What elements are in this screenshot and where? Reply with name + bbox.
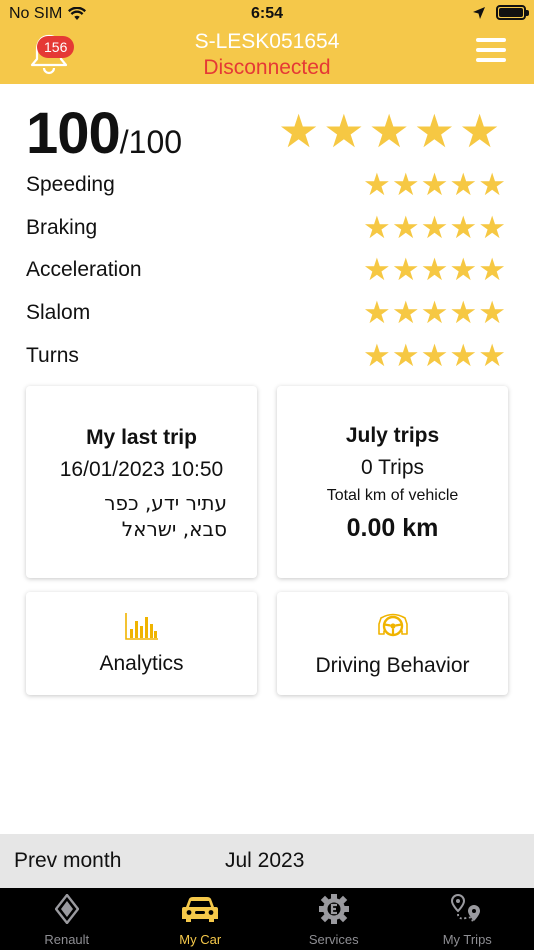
current-month-label: Jul 2023: [225, 849, 305, 872]
services-gear-icon: [318, 894, 349, 924]
overall-star-rating: ★ ★ ★ ★ ★: [278, 108, 500, 154]
star-icon: ★: [449, 295, 478, 330]
star-icon: ★: [478, 295, 506, 330]
metric-stars-speeding: ★ ★ ★ ★ ★: [363, 169, 506, 200]
tab-my-car[interactable]: My Car: [134, 888, 268, 950]
prev-month-button[interactable]: Prev month: [14, 849, 121, 873]
score-max: /100: [119, 124, 183, 160]
metric-stars-acceleration: ★ ★ ★ ★ ★: [363, 254, 506, 285]
tab-my-trips-label: My Trips: [442, 932, 492, 947]
last-trip-title: My last trip: [86, 426, 197, 449]
steering-wheel-icon: [377, 613, 408, 637]
star-icon: ★: [420, 338, 449, 373]
bar-chart-icon: [124, 613, 158, 640]
metric-stars-braking: ★ ★ ★ ★ ★: [363, 212, 506, 243]
tab-my-car-label: My Car: [179, 932, 222, 947]
month-trips-card[interactable]: July trips 0 Trips Total km of vehicle 0…: [277, 386, 508, 578]
star-icon: ★: [278, 105, 320, 157]
tab-services[interactable]: Services: [267, 888, 401, 950]
star-icon: ★: [478, 252, 506, 287]
metric-label-braking: Braking: [26, 216, 98, 239]
star-icon: ★: [449, 167, 478, 202]
star-icon: ★: [420, 167, 449, 202]
star-icon: ★: [363, 252, 391, 287]
star-icon: ★: [363, 295, 391, 330]
star-icon: ★: [478, 167, 506, 202]
device-id: S-LESK051654: [194, 30, 340, 53]
star-icon: ★: [391, 210, 420, 245]
metric-label-turns: Turns: [26, 344, 79, 367]
tab-my-trips[interactable]: My Trips: [401, 888, 534, 950]
metric-label-acceleration: Acceleration: [26, 258, 142, 281]
car-icon: [182, 897, 219, 922]
status-bar: No SIM 6:54: [0, 0, 534, 28]
star-icon: ★: [363, 338, 391, 373]
star-icon: ★: [413, 105, 455, 157]
overall-score: 100/100: [26, 100, 182, 167]
metric-label-slalom: Slalom: [26, 301, 91, 324]
driving-behavior-button[interactable]: Driving Behavior: [277, 592, 508, 695]
star-icon: ★: [420, 295, 449, 330]
route-pin-icon: [451, 894, 481, 923]
star-icon: ★: [449, 338, 478, 373]
driving-behavior-label: Driving Behavior: [315, 654, 470, 677]
total-km-label: Total km of vehicle: [326, 487, 459, 504]
score-value: 100: [26, 101, 121, 166]
star-icon: ★: [459, 105, 501, 157]
metric-label-speeding: Speeding: [26, 173, 115, 196]
star-icon: ★: [449, 252, 478, 287]
star-icon: ★: [420, 252, 449, 287]
month-selector: Prev month Jul 2023: [0, 834, 534, 888]
last-trip-datetime: 16/01/2023 10:50: [59, 458, 224, 481]
star-icon: ★: [478, 338, 506, 373]
star-icon: ★: [478, 210, 506, 245]
star-icon: ★: [420, 210, 449, 245]
hamburger-menu-icon[interactable]: [476, 38, 506, 62]
bottom-tab-bar: Renault My Car Services My Trips: [0, 888, 534, 950]
star-icon: ★: [323, 105, 365, 157]
renault-logo-icon: [54, 894, 79, 924]
month-trips-count: 0 Trips: [360, 456, 425, 479]
analytics-label: Analytics: [99, 652, 184, 675]
total-km-value: 0.00 km: [346, 514, 439, 542]
app-header: No SIM 6:54 156 S-LESK051654 Disconnecte…: [0, 0, 534, 84]
last-trip-card[interactable]: My last trip 16/01/2023 10:50 עתיר ידע, …: [26, 386, 257, 578]
tab-renault-label: Renault: [44, 932, 90, 947]
star-icon: ★: [449, 210, 478, 245]
star-icon: ★: [368, 105, 410, 157]
star-icon: ★: [391, 252, 420, 287]
star-icon: ★: [391, 167, 420, 202]
connection-status: Disconnected: [203, 56, 331, 79]
star-icon: ★: [363, 167, 391, 202]
star-icon: ★: [391, 338, 420, 373]
battery-icon: [496, 5, 529, 20]
tab-renault[interactable]: Renault: [0, 888, 134, 950]
tab-services-label: Services: [308, 932, 359, 947]
location-arrow-icon: [473, 6, 485, 19]
analytics-button[interactable]: Analytics: [26, 592, 257, 695]
month-trips-title: July trips: [345, 424, 440, 447]
metric-stars-turns: ★ ★ ★ ★ ★: [363, 340, 506, 371]
status-time: 6:54: [250, 5, 284, 22]
metric-stars-slalom: ★ ★ ★ ★ ★: [363, 297, 506, 328]
star-icon: ★: [363, 210, 391, 245]
last-trip-address: עתיר ידע, כפר סבא, ישראל: [104, 491, 227, 541]
star-icon: ★: [391, 295, 420, 330]
